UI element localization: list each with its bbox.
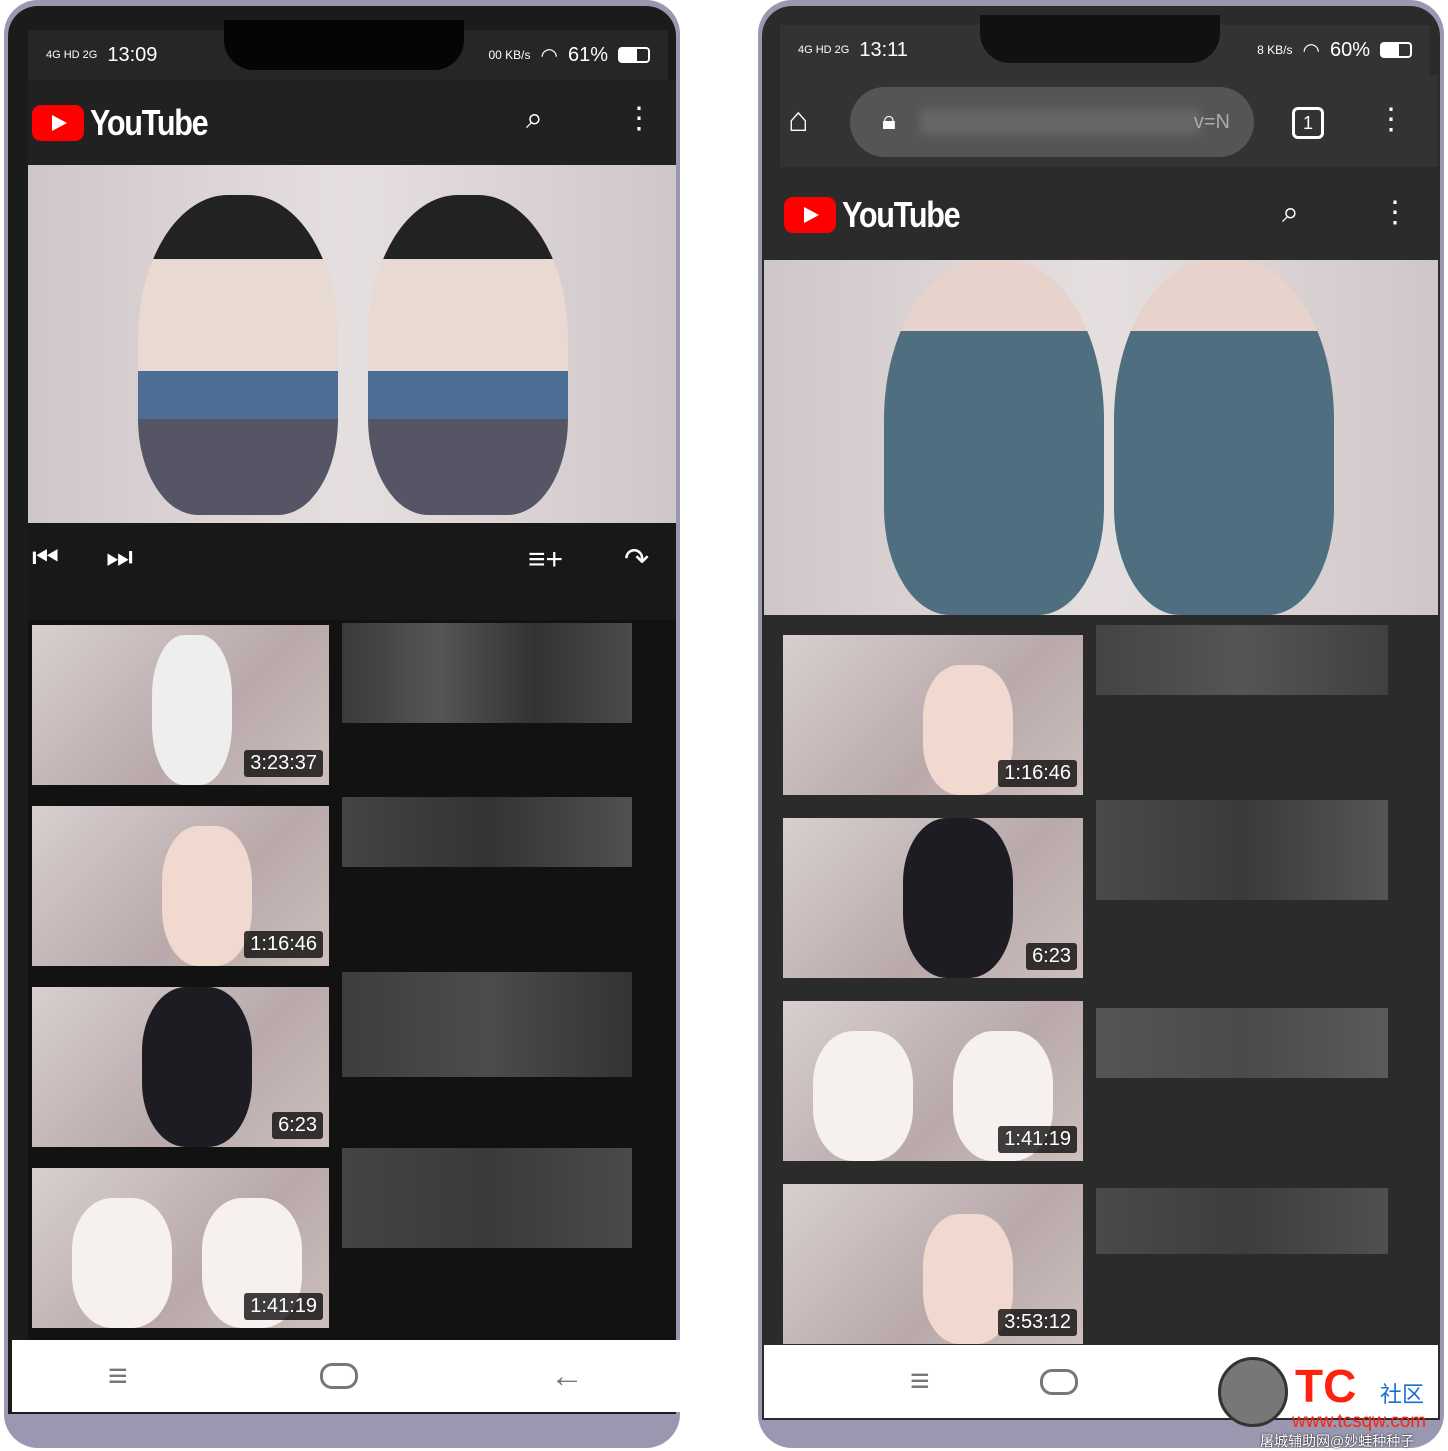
youtube-header: YouTube ⌕ ⋮ [780, 170, 1438, 260]
battery-level: 60% [1329, 38, 1370, 61]
wifi-icon: ◠ [540, 44, 558, 67]
video-thumbnail[interactable]: 1:16:46 [32, 806, 329, 966]
search-icon[interactable]: ⌕ [526, 104, 543, 134]
battery-level: 61% [567, 43, 608, 66]
home-icon[interactable] [1039, 1368, 1078, 1395]
video-title-blurred [1096, 800, 1388, 900]
network-indicator: 4G HD 2G [46, 49, 98, 61]
video-duration: 6:23 [1026, 943, 1077, 970]
watermark-community: 社区 [1380, 1382, 1425, 1407]
skip-next-icon[interactable]: ⏭ [106, 543, 133, 573]
watermark-caption: 屠城辅助网@妙蛙种种子 [1260, 1433, 1415, 1449]
status-time: 13:11 [859, 38, 908, 61]
video-player[interactable] [28, 165, 676, 523]
network-speed: 8 KB/s [1257, 43, 1293, 57]
network-indicator: 4G HD 2G [798, 44, 850, 56]
video-thumbnail[interactable]: 6:23 [783, 818, 1083, 978]
video-title-blurred [342, 1148, 632, 1248]
video-thumbnail[interactable]: 1:16:46 [783, 635, 1083, 795]
search-icon[interactable]: ⌕ [1282, 198, 1299, 228]
home-icon[interactable]: ⌂ [788, 103, 809, 137]
home-icon[interactable] [319, 1363, 358, 1389]
more-vert-icon[interactable]: ⋮ [624, 104, 654, 134]
left-phone: 4G HD 2G 13:09 00 KB/s ◠ 61% YouTube ⌕ ⋮… [4, 0, 680, 1448]
youtube-header: YouTube ⌕ ⋮ [28, 80, 676, 165]
video-thumbnail[interactable]: 3:53:12 [783, 1184, 1083, 1344]
video-duration: 3:53:12 [998, 1309, 1077, 1336]
skip-previous-icon[interactable]: ⏮ [32, 543, 59, 573]
video-duration: 1:16:46 [998, 760, 1077, 787]
more-vert-icon[interactable]: ⋮ [1380, 198, 1410, 228]
video-thumbnail[interactable]: 3:23:37 [32, 625, 329, 785]
youtube-logo-text: YouTube [90, 101, 209, 143]
video-duration: 6:23 [272, 1112, 323, 1139]
url-text: v=N [1193, 111, 1230, 133]
more-vert-icon[interactable]: ⋮ [1376, 105, 1406, 135]
video-thumbnail[interactable]: 6:23 [32, 987, 329, 1147]
video-title-blurred [1096, 1008, 1388, 1078]
playlist-add-icon[interactable]: ≡+ [528, 545, 563, 575]
video-thumbnail[interactable]: 1:41:19 [32, 1168, 329, 1328]
url-bar[interactable]: 🔒︎ v=N [850, 87, 1254, 157]
video-title-blurred [1096, 1188, 1388, 1254]
battery-icon [618, 47, 650, 63]
menu-icon[interactable]: ≡ [910, 1362, 930, 1401]
video-duration: 1:41:19 [244, 1293, 323, 1320]
network-speed: 00 KB/s [488, 48, 531, 62]
video-title-blurred [342, 623, 632, 723]
watermark-url: www.tcsqw.com [1292, 1411, 1427, 1432]
video-title-blurred [342, 797, 632, 867]
youtube-logo-icon[interactable] [32, 104, 84, 141]
status-time: 13:09 [107, 43, 158, 66]
video-duration: 1:16:46 [244, 931, 323, 958]
menu-icon[interactable]: ≡ [108, 1357, 128, 1396]
browser-toolbar: ⌂ 🔒︎ v=N 1 ⋮ [780, 75, 1438, 167]
video-title-blurred [342, 972, 632, 1077]
wifi-icon: ◠ [1302, 39, 1320, 62]
battery-icon [1380, 42, 1412, 58]
back-icon[interactable]: ← [550, 1357, 584, 1396]
tab-switcher-button[interactable]: 1 [1292, 107, 1324, 139]
lock-icon: 🔒︎ [882, 105, 896, 135]
video-duration: 1:41:19 [998, 1126, 1077, 1153]
video-title-blurred [1096, 625, 1388, 695]
system-nav-bar: ≡ ← [12, 1340, 680, 1412]
youtube-logo-text: YouTube [842, 194, 961, 235]
video-player[interactable] [764, 260, 1438, 615]
watermark-brand: TC [1295, 1360, 1357, 1412]
mascot-icon [1218, 1357, 1288, 1427]
video-thumbnail[interactable]: 1:41:19 [783, 1001, 1083, 1161]
right-phone: 4G HD 2G 13:11 8 KB/s ◠ 60% ⌂ 🔒︎ v=N 1 ⋮… [758, 0, 1444, 1448]
video-duration: 3:23:37 [244, 750, 323, 777]
share-icon[interactable]: ↷ [624, 545, 649, 575]
watermark-logo: TC 社区 www.tcsqw.com 屠城辅助网@妙蛙种种子 [1200, 1355, 1448, 1449]
youtube-logo-icon[interactable] [784, 197, 836, 233]
player-controls: ⏮ ⏭ ≡+ ↷ [28, 523, 676, 620]
